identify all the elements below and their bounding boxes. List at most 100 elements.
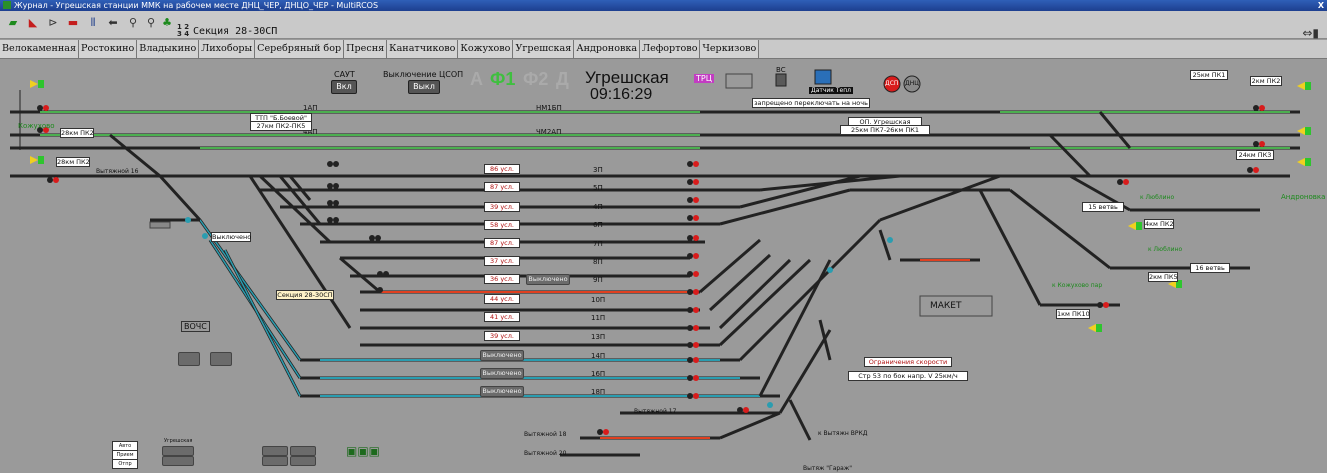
off-small-box[interactable]: Выключено: [211, 232, 251, 242]
track-9p-off[interactable]: Выключено: [526, 274, 570, 285]
tab-station-velokamennaya[interactable]: Велокаменная: [0, 40, 80, 58]
vyt-16-label: Вытяжной 16: [96, 168, 139, 175]
section-label: Секция 28-30СП: [193, 26, 278, 37]
track-num-4p: 4П: [593, 203, 603, 211]
tab-station-vladykino[interactable]: Владыкино: [137, 40, 200, 58]
sensor-icon: [814, 69, 832, 85]
trc-label[interactable]: ТРЦ: [694, 74, 714, 83]
track-usl-13p[interactable]: 39 усл.: [484, 331, 520, 341]
maket-label[interactable]: МАКЕТ: [930, 301, 962, 311]
track-usl-6p[interactable]: 58 усл.: [484, 220, 520, 230]
speed-limit-text: Стр 53 по бок напр. V 25км/ч: [848, 371, 968, 381]
km-5-box: 4км ПК2: [1144, 219, 1174, 229]
garage-label: Вытяж "Гараж": [803, 465, 853, 472]
notice-box: запрещено переключать на ночь: [752, 98, 870, 108]
station-tabs: Велокаменная Ростокино Владыкино Лихобор…: [0, 40, 1327, 59]
zoom-out-icon[interactable]: ⚲: [124, 14, 142, 32]
trc-box: [725, 73, 753, 89]
mode-d[interactable]: Д: [556, 69, 569, 90]
bottom-panel-btn6[interactable]: [290, 456, 316, 466]
track-usl-9p[interactable]: 36 усл.: [484, 274, 520, 284]
vs-label: ВС: [776, 66, 786, 74]
ttp-km-label: 27км ПК2-ПК5: [250, 121, 312, 131]
track-usl-14p[interactable]: Выключено: [480, 350, 524, 361]
track-usl-16p[interactable]: Выключено: [480, 368, 524, 379]
window-title: Журнал - Угрешская станции ММК на рабоче…: [14, 1, 379, 10]
tab-station-likhobory[interactable]: Лихоборы: [199, 40, 256, 58]
station-schematic: САУТ Вкл Выключение ЦСОП Выкл А Ф1 Ф2 Д …: [0, 60, 1327, 473]
saut-toggle-button[interactable]: Вкл: [331, 80, 357, 94]
window-close-icon[interactable]: X: [1318, 0, 1324, 11]
km-8-box: 1км ПК10: [1056, 309, 1090, 319]
bottom-panel-btn3[interactable]: [262, 446, 288, 456]
track-icon[interactable]: ▬: [64, 14, 82, 32]
sensor-label: Датчик Тепл: [809, 87, 853, 94]
lyublino1-label: к Люблино: [1140, 194, 1175, 201]
km-left1-box: 28км ПК2: [60, 128, 94, 138]
people-group-icon[interactable]: ♣: [158, 14, 176, 32]
track-usl-3p[interactable]: 86 усл.: [484, 164, 520, 174]
otpr-button[interactable]: Отпр: [112, 459, 138, 469]
signals: [37, 105, 1265, 435]
computer-icon[interactable]: ▣▣▣: [346, 444, 380, 458]
window-title-bar: Журнал - Угрешская станции ММК на рабоче…: [0, 0, 1327, 11]
mode-a[interactable]: А: [470, 69, 483, 90]
tab-station-cherkizovo[interactable]: Черкизово: [700, 40, 760, 58]
track-usl-5p[interactable]: 87 усл.: [484, 182, 520, 192]
dnc-label[interactable]: ДНЦ: [905, 80, 919, 87]
track-usl-18p[interactable]: Выключено: [480, 386, 524, 397]
bottom-panel-btn2[interactable]: [162, 456, 194, 466]
bottom-panel-btn5[interactable]: [262, 456, 288, 466]
track-num-5p: 5П: [593, 184, 603, 192]
kozhukhovo-label: Кожухово: [18, 122, 55, 130]
track-label-1ap: 1АП: [303, 104, 318, 112]
bottom-panel-btn4[interactable]: [290, 446, 316, 456]
track-usl-11p[interactable]: 41 усл.: [484, 312, 520, 322]
tab-station-rostokino[interactable]: Ростокино: [79, 40, 138, 58]
ugreshskaya-small-label: Угрешская: [164, 438, 193, 444]
speed-limit-title: Ограничения скорости: [864, 357, 952, 367]
to-vrkd-label: к Вытяжн ВРКД: [818, 430, 868, 437]
zoom-icon[interactable]: ⬅: [104, 14, 122, 32]
track-num-11p: 11П: [591, 314, 606, 322]
track-num-9p: 9П: [593, 276, 603, 284]
saut-label: САУТ: [334, 70, 355, 79]
train-icon[interactable]: ▰: [4, 14, 22, 32]
toolbar: ▰ ◣ ⊳ ▬ ⫴ ⬅ ⚲ ⚲ ♣ 1 23 4 Секция 28-30СП …: [0, 11, 1327, 40]
track-usl-10p[interactable]: 44 усл.: [484, 294, 520, 304]
vochs-btn2[interactable]: [210, 352, 232, 366]
tab-station-ugreshskaya[interactable]: Угрешская: [513, 40, 575, 58]
tab-station-kanatchikovo[interactable]: Канатчиково: [387, 40, 459, 58]
mode-f2[interactable]: Ф2: [523, 69, 548, 90]
track-num-3p: 3П: [593, 166, 603, 174]
signal-icon[interactable]: ⊳: [44, 14, 62, 32]
vochs-btn1[interactable]: [178, 352, 200, 366]
track-num-7p: 7П: [593, 240, 603, 248]
bottom-panel-btn1[interactable]: [162, 446, 194, 456]
vs-indicator: [775, 73, 787, 87]
track-usl-8p[interactable]: 37 усл.: [484, 256, 520, 266]
section-tag[interactable]: Секция 28-30СП: [276, 290, 334, 300]
km-left2-box: 28км ПК2: [56, 157, 90, 167]
tab-station-presnya[interactable]: Пресня: [344, 40, 388, 58]
track-label-chm2ap: ЧМ2АП: [536, 128, 562, 136]
back-arrow-icon[interactable]: ⇔▮: [1302, 26, 1319, 40]
vyt-20-label: Вытяжной 20: [524, 450, 567, 457]
tab-station-serebryany-bor[interactable]: Серебряный бор: [255, 40, 345, 58]
dsp-label[interactable]: ДСП: [885, 80, 898, 87]
tsop-toggle-button[interactable]: Выкл: [408, 80, 440, 94]
track-num-10p: 10П: [591, 296, 606, 304]
track-usl-7p[interactable]: 87 усл.: [484, 238, 520, 248]
mode-f1[interactable]: Ф1: [490, 69, 515, 90]
switch-icon[interactable]: ⫴: [84, 14, 102, 32]
depot-block: [149, 221, 171, 229]
track-num-18p: 18П: [591, 388, 606, 396]
locomotive-icon[interactable]: ◣: [24, 14, 42, 32]
tab-station-lefortovo[interactable]: Лефортово: [640, 40, 701, 58]
left-ladder: [109, 133, 381, 397]
tab-station-andronovka[interactable]: Андроновка: [574, 40, 641, 58]
tab-station-kozhukhovo[interactable]: Кожухово: [458, 40, 514, 58]
vochs-label[interactable]: ВОЧС: [181, 321, 210, 332]
track-num-14p: 14П: [591, 352, 606, 360]
track-usl-4p[interactable]: 39 усл.: [484, 202, 520, 212]
